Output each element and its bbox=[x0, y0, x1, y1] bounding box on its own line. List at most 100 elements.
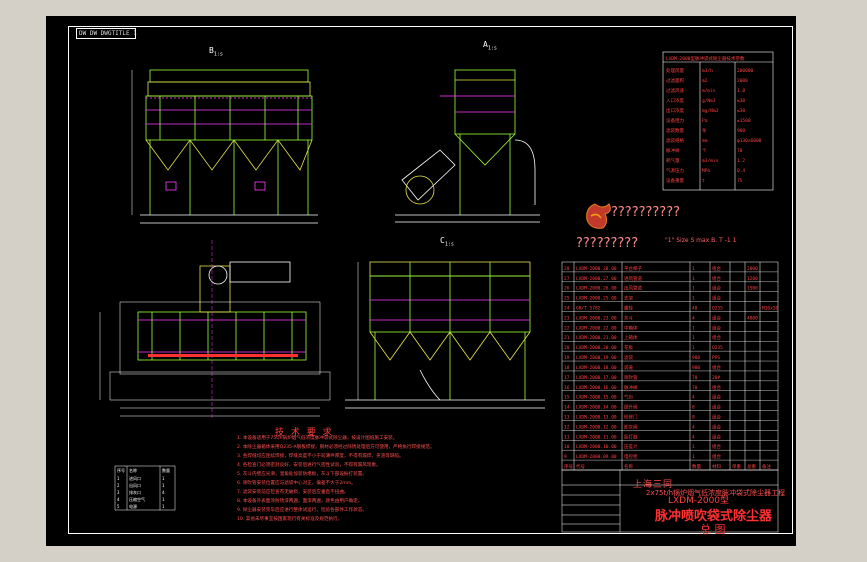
parts-cell: 1 bbox=[692, 345, 695, 351]
parts-cell: PPS bbox=[712, 355, 720, 361]
tech-cell: 气源压力 bbox=[666, 167, 684, 174]
legend-header: 名称 bbox=[129, 467, 137, 473]
legend-cell: 压缩空气 bbox=[129, 496, 145, 502]
legend-cell: 电源 bbox=[129, 503, 137, 509]
tech-cell: 滤袋规格 bbox=[666, 137, 684, 144]
tech-cell: 1.0 bbox=[737, 88, 745, 94]
parts-cell: 13 bbox=[564, 414, 570, 420]
parts-cell: 70 bbox=[692, 385, 698, 391]
parts-cell: LXDM-2000.09.00 bbox=[576, 454, 617, 460]
drawing-subtitle: ????????? bbox=[576, 236, 639, 251]
parts-cell: 振打器 bbox=[624, 433, 638, 440]
parts-cell: LXDM-2000.14.00 bbox=[576, 405, 617, 411]
plan-view bbox=[99, 240, 331, 420]
parts-cell: LXDM-2000.19.00 bbox=[576, 355, 617, 361]
parts-cell: 灰斗 bbox=[624, 314, 633, 321]
parts-cell: 压差计 bbox=[624, 443, 638, 450]
legend-cell: 排灰口 bbox=[129, 489, 141, 495]
parts-cell: LXDM-2000.23.00 bbox=[576, 315, 617, 321]
parts-header: 名称 bbox=[624, 463, 633, 470]
parts-cell: 21 bbox=[564, 335, 570, 341]
parts-cell: LXDM-2000.15.00 bbox=[576, 395, 617, 401]
parts-cell: 1 bbox=[692, 444, 695, 450]
parts-cell: 20 bbox=[564, 345, 570, 351]
parts-cell: 14 bbox=[564, 405, 570, 411]
parts-cell: 滤袋 bbox=[624, 354, 633, 361]
parts-cell: LXDM-2000.20.00 bbox=[576, 345, 617, 351]
parts-cell: GB/T 5782 bbox=[576, 306, 601, 312]
parts-cell: LXDM-2000.22.00 bbox=[576, 325, 617, 331]
tech-cell: ≤1500 bbox=[737, 118, 751, 124]
tech-cell: mm bbox=[702, 139, 708, 144]
tech-cell: m/min bbox=[702, 88, 716, 94]
parts-cell: LXDM-2000.10.00 bbox=[576, 444, 617, 450]
tech-cell: 过滤面积 bbox=[666, 77, 684, 84]
parts-header: 材料 bbox=[712, 463, 721, 470]
parts-cell: LXDM-2000.21.00 bbox=[576, 335, 617, 341]
tech-cell: 75 bbox=[737, 178, 743, 184]
parts-cell: 组合 bbox=[712, 275, 721, 282]
parts-cell: 19 bbox=[564, 355, 570, 361]
tech-cell: 1.2 bbox=[737, 158, 745, 164]
parts-cell: 25 bbox=[564, 296, 570, 302]
note-line: 7. 滤袋安装前应检查有无破损，安装后应垂直不扭曲。 bbox=[237, 490, 349, 495]
parts-cell: 4800 bbox=[747, 315, 758, 321]
parts-cell: 8 bbox=[692, 405, 695, 411]
legend-cell: 1 bbox=[162, 504, 165, 509]
tech-cell: 设备重量 bbox=[666, 177, 684, 184]
parts-cell: 27 bbox=[564, 276, 570, 282]
cad-drawing: 28 LXDM-2000.28.00 平台梯子 1 组合 200027 LXDM-2000.… bbox=[99, 51, 779, 533]
legend-cell: 进风口 bbox=[129, 475, 141, 481]
parts-cell: 17 bbox=[564, 375, 570, 381]
note-line: 9. 除尘器安装完毕后应进行整体试运行，检验各部件工作状态。 bbox=[237, 508, 367, 513]
parts-cell: 电控柜 bbox=[624, 453, 638, 460]
logo-caption: ?????????? bbox=[611, 205, 680, 220]
tech-cell: 个 bbox=[702, 148, 707, 154]
legend-cell: 1 bbox=[117, 476, 120, 481]
parts-cell: 1 bbox=[692, 454, 695, 460]
parts-header: 序号 bbox=[564, 463, 573, 470]
tech-cell: 980 bbox=[737, 128, 745, 134]
tech-cell: 处理风量 bbox=[666, 67, 684, 74]
parts-cell: 上箱体 bbox=[624, 334, 638, 341]
parts-cell: 中箱体 bbox=[624, 324, 638, 331]
parts-cell: 20# bbox=[712, 375, 720, 381]
view-c-section bbox=[345, 261, 545, 409]
tech-cell: g/Nm3 bbox=[702, 98, 716, 104]
tech-cell: 入口浓度 bbox=[666, 97, 684, 104]
filter-row-marks bbox=[148, 354, 298, 357]
parts-cell: 组合 bbox=[712, 324, 721, 331]
parts-cell: Q235 bbox=[712, 345, 723, 351]
parts-cell: LXDM-2000.12.00 bbox=[576, 424, 617, 430]
legend-cell: 2 bbox=[117, 483, 120, 488]
tech-cell: MPa bbox=[702, 168, 710, 174]
parts-cell: 11 bbox=[564, 434, 570, 440]
view-b-label: B1:s bbox=[209, 46, 223, 58]
parts-header: 备注 bbox=[762, 463, 771, 470]
parts-cell: 组合 bbox=[712, 364, 721, 371]
parts-cell: 组合 bbox=[712, 384, 721, 391]
parts-cell: 喷吹管 bbox=[624, 374, 638, 381]
view-c-label: C1:s bbox=[440, 236, 454, 248]
parts-cell: 组合 bbox=[712, 404, 721, 411]
tech-cell: m3/min bbox=[702, 158, 719, 164]
parts-cell: 28 bbox=[564, 266, 570, 272]
parts-cell: 4 bbox=[692, 395, 695, 401]
parts-cell: 1 bbox=[692, 286, 695, 292]
parts-cell: 组合 bbox=[712, 443, 721, 450]
tech-cell: m2 bbox=[702, 78, 708, 84]
parts-cell: 进风管道 bbox=[624, 275, 642, 282]
parts-cell: LXDM-2000.13.00 bbox=[576, 414, 617, 420]
phoenix-logo-icon bbox=[586, 203, 611, 229]
parts-cell: 1500 bbox=[747, 286, 758, 292]
note-line: 2. 本除尘器箱体采用Q235-A钢板焊接，钢材必须经过除锈处理后方可使用，严格… bbox=[237, 445, 435, 450]
legend-cell: 1 bbox=[162, 483, 165, 488]
parts-cell: 15 bbox=[564, 395, 570, 401]
parts-cell: 24 bbox=[564, 306, 570, 312]
note-line: 4. 各检查门必须密封良好，安装后进行气密性试验，不得有漏风现象。 bbox=[237, 463, 381, 468]
legend-cell: 4 bbox=[162, 490, 165, 495]
parts-cell: 1200 bbox=[747, 276, 758, 282]
parts-cell: 4 bbox=[692, 315, 695, 321]
parts-cell: 980 bbox=[692, 355, 700, 361]
parts-cell: 1 bbox=[692, 296, 695, 302]
